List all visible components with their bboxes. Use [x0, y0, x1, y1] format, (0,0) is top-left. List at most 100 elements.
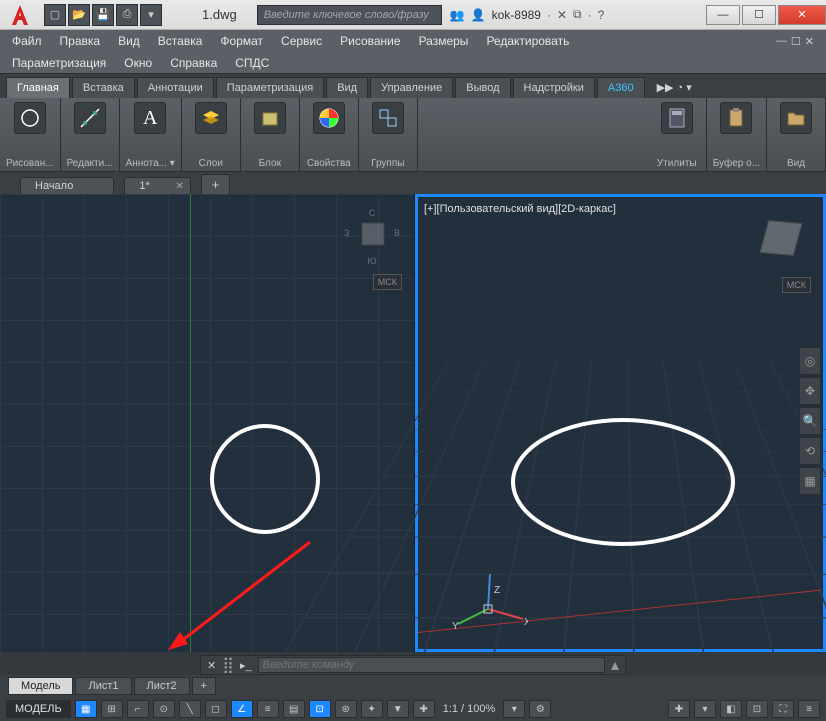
qat-saveas-icon[interactable]: ⎙: [116, 4, 138, 26]
file-tab-doc[interactable]: 1*✕: [124, 177, 190, 194]
draw-button[interactable]: [7, 102, 53, 134]
doc-close-icon[interactable]: ✕: [805, 35, 814, 48]
help-icon[interactable]: ?: [598, 8, 605, 22]
qat-save-icon[interactable]: 💾: [92, 4, 114, 26]
cloud-icon[interactable]: ⧉: [573, 7, 582, 22]
menu-view[interactable]: Вид: [118, 34, 140, 48]
menu-insert[interactable]: Вставка: [158, 34, 203, 48]
status-filter-icon[interactable]: ▼: [387, 700, 409, 718]
doc-max-icon[interactable]: ☐: [791, 35, 801, 48]
layout-tab-model[interactable]: Модель: [8, 677, 73, 695]
qat-dropdown-icon[interactable]: ▾: [140, 4, 162, 26]
tab-view[interactable]: Вид: [326, 77, 368, 98]
properties-button[interactable]: [306, 102, 352, 134]
menu-window[interactable]: Окно: [124, 56, 152, 70]
viewport-label[interactable]: [+][Пользовательский вид][2D-каркас]: [424, 203, 616, 215]
wcs-label-left[interactable]: МСК: [373, 274, 402, 290]
layout-tab-sheet2[interactable]: Лист2: [134, 677, 190, 695]
status-isolate-icon[interactable]: ◧: [720, 700, 742, 718]
menu-dimension[interactable]: Размеры: [419, 34, 469, 48]
status-customize-icon[interactable]: ≡: [798, 700, 820, 718]
search-input[interactable]: Введите ключевое слово/фразу: [257, 5, 442, 25]
menu-parametric[interactable]: Параметризация: [12, 56, 106, 70]
ribbon-collapse-icon[interactable]: ▶▶ ◔ ▾: [647, 77, 702, 98]
menu-tools[interactable]: Сервис: [281, 34, 322, 48]
status-annomonitor-icon[interactable]: ✚: [668, 700, 690, 718]
nav-showmotion-icon[interactable]: ▦: [799, 467, 821, 495]
minimize-button[interactable]: —: [706, 5, 740, 25]
qat-new-icon[interactable]: ▢: [44, 4, 66, 26]
maximize-button[interactable]: ☐: [742, 5, 776, 25]
status-lineweight-icon[interactable]: ≡: [257, 700, 279, 718]
qat-open-icon[interactable]: 📂: [68, 4, 90, 26]
layers-button[interactable]: [188, 102, 234, 134]
status-scale-dropdown-icon[interactable]: ▾: [503, 700, 525, 718]
menu-file[interactable]: Файл: [12, 34, 42, 48]
status-transparency-icon[interactable]: ▤: [283, 700, 305, 718]
status-gizmo-icon[interactable]: ✚: [413, 700, 435, 718]
people-icon[interactable]: 👥: [450, 8, 465, 22]
status-iso-icon[interactable]: ╲: [179, 700, 201, 718]
menu-spds[interactable]: СПДС: [235, 56, 269, 70]
layout-tab-sheet1[interactable]: Лист1: [75, 677, 131, 695]
nav-pan-icon[interactable]: ✥: [799, 377, 821, 405]
block-button[interactable]: [247, 102, 293, 134]
status-grid-icon[interactable]: ▦: [75, 700, 97, 718]
tab-a360[interactable]: A360: [597, 77, 645, 98]
utilities-button[interactable]: [654, 102, 700, 134]
ribbon: Рисован... Редакти... A Аннота... ▾ Слои…: [0, 98, 826, 172]
tab-addins[interactable]: Надстройки: [513, 77, 595, 98]
modify-button[interactable]: [67, 102, 113, 134]
tab-parametric[interactable]: Параметризация: [216, 77, 324, 98]
status-ortho-icon[interactable]: ⌐: [127, 700, 149, 718]
user-icon[interactable]: 👤: [471, 8, 486, 22]
status-model-button[interactable]: МОДЕЛЬ: [6, 700, 71, 718]
wcs-label-right[interactable]: МСК: [782, 277, 811, 293]
menu-help[interactable]: Справка: [170, 56, 217, 70]
cmdline-menu-icon[interactable]: ▴: [611, 655, 619, 675]
app-logo[interactable]: [0, 0, 40, 30]
username-label[interactable]: kok-8989: [492, 8, 541, 22]
tab-manage[interactable]: Управление: [370, 77, 453, 98]
status-otrack-icon[interactable]: ∠: [231, 700, 253, 718]
status-snap-icon[interactable]: ⊞: [101, 700, 123, 718]
doc-min-icon[interactable]: —: [776, 35, 787, 48]
layout-tab-add[interactable]: +: [192, 677, 216, 695]
clipboard-button[interactable]: [713, 102, 759, 134]
tab-output[interactable]: Вывод: [455, 77, 510, 98]
cmdline-close-icon[interactable]: ✕: [207, 659, 216, 672]
status-gear-icon[interactable]: ⚙: [529, 700, 551, 718]
status-cycling-icon[interactable]: ⊡: [309, 700, 331, 718]
tab-insert[interactable]: Вставка: [72, 77, 135, 98]
status-osnap-icon[interactable]: ◻: [205, 700, 227, 718]
status-3dosnap-icon[interactable]: ⊛: [335, 700, 357, 718]
file-tab-add[interactable]: +: [201, 174, 231, 194]
groups-button[interactable]: [365, 102, 411, 134]
exchange-icon[interactable]: ✕: [557, 8, 567, 22]
menu-format[interactable]: Формат: [220, 34, 263, 48]
status-hardware-icon[interactable]: ⊡: [746, 700, 768, 718]
file-tab-start[interactable]: Начало: [20, 177, 114, 194]
tab-home[interactable]: Главная: [6, 77, 70, 98]
menu-draw[interactable]: Рисование: [340, 34, 400, 48]
close-button[interactable]: ✕: [778, 5, 826, 25]
command-input[interactable]: [258, 657, 605, 673]
nav-wheel-icon[interactable]: ◎: [799, 347, 821, 375]
menu-modify[interactable]: Редактировать: [486, 34, 569, 48]
view-button[interactable]: [773, 102, 819, 134]
cmdline-handle-icon[interactable]: ⣿: [222, 655, 234, 675]
file-tab-close-icon[interactable]: ✕: [175, 181, 183, 192]
status-dynamic-ucs-icon[interactable]: ✦: [361, 700, 383, 718]
status-scale-label[interactable]: 1:1 / 100%: [439, 703, 500, 715]
viewcube-left[interactable]: С В Ю З: [342, 206, 402, 266]
nav-zoom-icon[interactable]: 🔍: [799, 407, 821, 435]
status-cleanscreen-icon[interactable]: ⛶: [772, 700, 794, 718]
status-workspace-icon[interactable]: ▾: [694, 700, 716, 718]
menu-edit[interactable]: Правка: [60, 34, 101, 48]
status-polar-icon[interactable]: ⊙: [153, 700, 175, 718]
tab-annotate[interactable]: Аннотации: [137, 77, 214, 98]
nav-orbit-icon[interactable]: ⟲: [799, 437, 821, 465]
viewport-right[interactable]: [+][Пользовательский вид][2D-каркас] МСК…: [415, 194, 826, 652]
annotation-button[interactable]: A: [127, 102, 173, 134]
viewcube-right[interactable]: [751, 209, 811, 269]
